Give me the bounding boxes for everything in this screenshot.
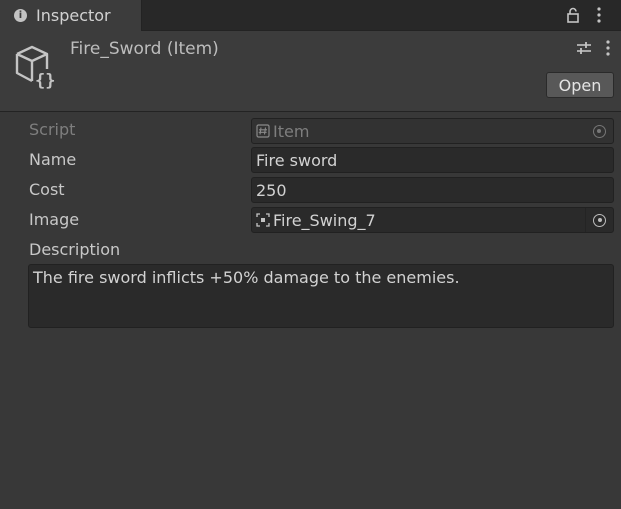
asset-title: Fire_Sword (Item) bbox=[70, 39, 219, 59]
tab-bar: i Inspector bbox=[0, 0, 621, 31]
tab-inspector[interactable]: i Inspector bbox=[0, 0, 142, 31]
object-picker-icon bbox=[593, 213, 606, 227]
svg-text:{}: {} bbox=[35, 71, 55, 89]
image-field[interactable]: Fire_Swing_7 bbox=[251, 207, 614, 233]
object-picker-icon bbox=[592, 124, 606, 138]
cost-value: 250 bbox=[256, 180, 287, 200]
cost-label: Cost bbox=[29, 180, 65, 199]
name-label: Name bbox=[29, 150, 77, 169]
scriptable-object-icon: {} bbox=[15, 45, 55, 89]
script-label: Script bbox=[29, 120, 76, 139]
name-value: Fire sword bbox=[256, 150, 338, 170]
info-icon: i bbox=[14, 9, 27, 22]
cost-field[interactable]: 250 bbox=[251, 177, 614, 203]
settings-sliders-icon[interactable] bbox=[576, 41, 592, 55]
open-button[interactable]: Open bbox=[546, 72, 614, 98]
more-menu-icon[interactable] bbox=[596, 6, 602, 24]
image-value: Fire_Swing_7 bbox=[273, 210, 376, 230]
image-picker-button[interactable] bbox=[585, 208, 613, 232]
script-icon bbox=[256, 124, 270, 138]
name-field[interactable]: Fire sword bbox=[251, 147, 614, 173]
sprite-icon bbox=[256, 213, 270, 227]
tab-label: Inspector bbox=[36, 6, 111, 25]
script-picker bbox=[585, 119, 613, 143]
description-label: Description bbox=[29, 240, 121, 259]
script-field: Item bbox=[251, 118, 614, 144]
inspector-header: {} Fire_Sword (Item) Open bbox=[0, 31, 621, 112]
header-more-menu-icon[interactable] bbox=[605, 39, 611, 57]
image-label: Image bbox=[29, 210, 80, 229]
description-textarea[interactable]: The fire sword inflicts +50% damage to t… bbox=[28, 264, 614, 328]
lock-icon[interactable] bbox=[566, 7, 580, 23]
script-value: Item bbox=[273, 121, 310, 141]
